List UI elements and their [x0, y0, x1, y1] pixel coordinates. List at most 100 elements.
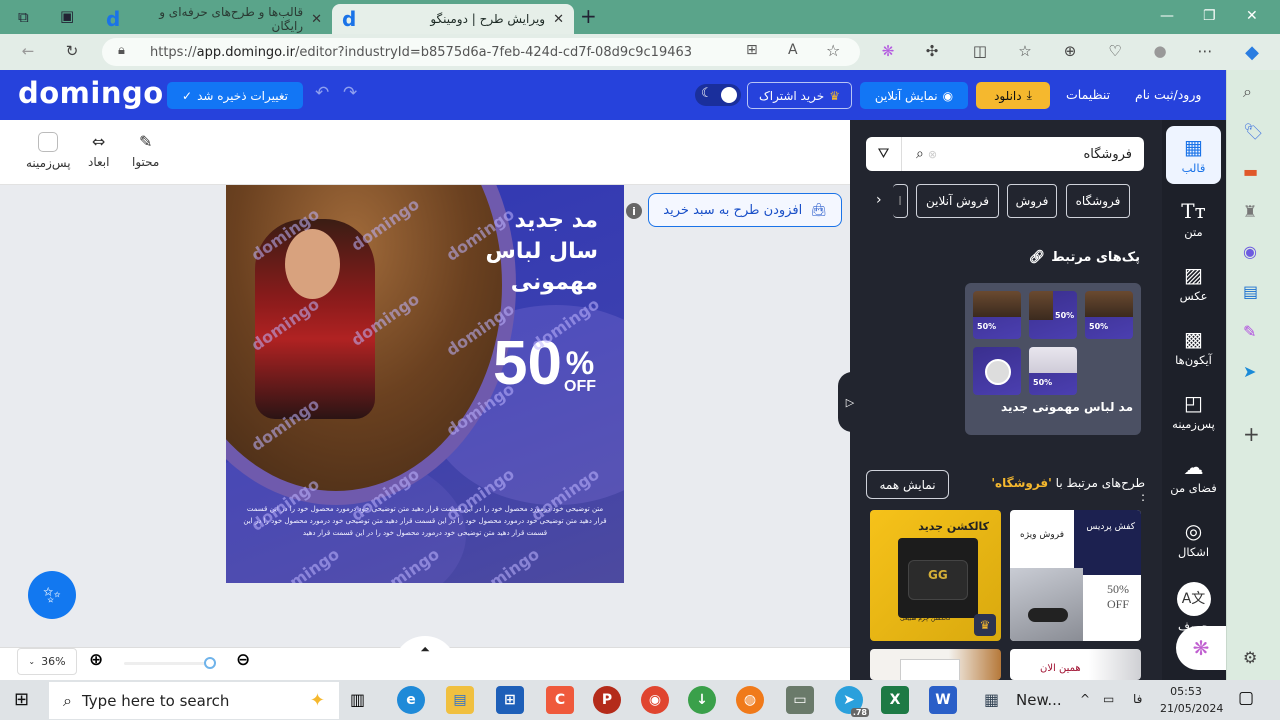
template-search-input[interactable]: فروشگاه ⊗ ⌕ ⛛	[866, 137, 1144, 171]
taskbar-ccleaner-icon[interactable]: C	[546, 686, 574, 714]
pack-name[interactable]: مد لباس مهمونی جدید	[975, 400, 1133, 414]
nav-icons[interactable]: ▩ آیکون‌ها	[1166, 318, 1221, 376]
nav-shapes[interactable]: ◎ اشکال	[1166, 510, 1221, 568]
saved-status-button[interactable]: تغییرات ذخیره شد ✓	[167, 82, 303, 109]
games-icon[interactable]: ♜	[1243, 202, 1257, 221]
ai-assistant-button[interactable]: ❋	[1176, 626, 1226, 670]
chips-scroll-right-icon[interactable]: ›	[876, 192, 882, 208]
language-indicator[interactable]: فا	[1133, 692, 1142, 706]
zoom-slider-knob[interactable]	[203, 657, 216, 669]
tab-templates[interactable]: ✕ قالب‌ها و طرح‌های حرفه‌ای و رایگان d	[96, 4, 332, 34]
brand-logo[interactable]: domingo	[18, 76, 164, 110]
refresh-icon[interactable]: ↻	[62, 42, 82, 60]
browser-essentials-icon[interactable]: ♡	[1105, 42, 1125, 60]
task-view-icon[interactable]: ▥	[350, 690, 365, 709]
subscribe-button[interactable]: ♛ خرید اشتراک	[747, 82, 852, 109]
collections-icon[interactable]: ⊕	[1060, 42, 1080, 60]
sidebar-settings-icon[interactable]: ⚙	[1243, 648, 1257, 667]
split-screen-icon[interactable]: ◫	[970, 42, 990, 60]
taskbar-search[interactable]: ⌕ Type here to search ✦	[49, 682, 339, 719]
favorite-star-icon[interactable]: ☆	[826, 41, 840, 60]
pack-thumb[interactable]: 50%	[1029, 347, 1077, 395]
filter-icon[interactable]: ⛛	[866, 137, 902, 171]
nav-templates[interactable]: ▦ قالب	[1166, 126, 1221, 184]
battery-icon[interactable]: ▭	[1103, 692, 1114, 706]
shopping-tag-icon[interactable]: 🏷︎	[1243, 122, 1263, 141]
designer-icon[interactable]: ✎	[1243, 322, 1256, 341]
taskbar-clock[interactable]: 05:53 21/05/2024	[1160, 683, 1223, 717]
taskbar-idm-icon[interactable]: ↓	[688, 686, 716, 714]
copilot-icon[interactable]: ◆	[1242, 42, 1262, 63]
restore-icon[interactable]: ❐	[1203, 8, 1216, 24]
taskbar-word-icon[interactable]: W	[929, 686, 957, 714]
chip-sale[interactable]: فروش	[1007, 184, 1057, 218]
minimize-icon[interactable]: —	[1160, 8, 1174, 24]
redo-icon[interactable]: ↷	[343, 83, 357, 103]
content-tool[interactable]: ✎ محتوا	[132, 132, 159, 169]
chip-truncated[interactable]: ا	[893, 184, 908, 218]
favorites-list-icon[interactable]: ☆	[1015, 42, 1035, 60]
background-tool[interactable]: پس‌زمینه	[26, 132, 71, 170]
microsoft365-icon[interactable]: ◉	[1243, 242, 1257, 261]
profile-avatar-icon[interactable]: ●	[1150, 42, 1170, 60]
read-aloud-icon[interactable]: A	[788, 42, 798, 58]
workspaces-icon[interactable]: ⧉	[18, 8, 29, 26]
dimensions-tool[interactable]: ⇔ ابعاد	[88, 132, 109, 169]
outlook-icon[interactable]: ▤	[1243, 282, 1258, 301]
taskbar-excel-icon[interactable]: X	[881, 686, 909, 714]
nav-my-space[interactable]: ☁ فضای من	[1166, 446, 1221, 504]
nav-photos[interactable]: ▨ عکس	[1166, 254, 1221, 312]
back-icon[interactable]: ←	[18, 42, 38, 60]
pack-thumb[interactable]: 50%	[1085, 291, 1133, 339]
template-card[interactable]	[870, 649, 1001, 680]
search-icon[interactable]: ⌕	[916, 146, 924, 162]
pack-thumb[interactable]: 50%	[973, 291, 1021, 339]
info-icon[interactable]: i	[626, 203, 642, 219]
app-available-icon[interactable]: ⊞	[746, 42, 758, 58]
nav-text[interactable]: Tт متن	[1166, 190, 1221, 248]
zoom-out-icon[interactable]: ⊖	[236, 650, 250, 670]
search-icon[interactable]: ⌕	[1243, 82, 1252, 102]
template-card[interactable]: کالکشن جدید GG کالکشن چرم طبیعی ♛	[870, 510, 1001, 641]
url-bar[interactable]: 🔒︎ https://app.domingo.ir/editor?industr…	[102, 38, 860, 66]
close-window-icon[interactable]: ✕	[1246, 8, 1258, 24]
online-preview-button[interactable]: ◉ نمایش آنلاین	[860, 82, 968, 109]
pack-thumb[interactable]: 50%	[1029, 291, 1077, 339]
nav-backgrounds[interactable]: ◰ پس‌زمینه	[1166, 382, 1221, 440]
tray-chevron-up-icon[interactable]: ^	[1080, 692, 1090, 706]
taskbar-firefox-icon[interactable]: ◍	[736, 686, 764, 714]
tab-editor[interactable]: ✕ ویرایش طرح | دومینگو d	[332, 4, 574, 34]
lock-icon[interactable]: 🔒︎	[118, 43, 125, 58]
taskbar-psiphon-icon[interactable]: P	[593, 686, 621, 714]
news-widget-label[interactable]: New...	[1016, 691, 1062, 709]
taskbar-chrome-icon[interactable]: ◉	[641, 686, 669, 714]
add-to-cart-button[interactable]: 👜︎ افزودن طرح به سبد خرید	[648, 193, 842, 227]
tab-actions-icon[interactable]: ▣	[60, 7, 74, 25]
extensions-icon[interactable]: ✣	[922, 42, 942, 60]
windows-start-icon[interactable]: ⊞	[14, 689, 29, 710]
taskbar-edge-icon[interactable]: e	[397, 686, 425, 714]
tools-icon[interactable]: ▬	[1243, 162, 1258, 181]
login-link[interactable]: ورود/ثبت نام	[1135, 87, 1201, 102]
close-tab-icon[interactable]: ✕	[553, 12, 564, 27]
zoom-in-icon[interactable]: ⊕	[89, 650, 103, 670]
design-artboard[interactable]: مد جدید سال لباس مهمونی 50 % OFF متن توض…	[226, 185, 624, 583]
notifications-icon[interactable]: ▢	[1238, 688, 1254, 708]
show-all-button[interactable]: نمایش همه	[866, 470, 949, 499]
template-card[interactable]: کفش پردیس فروش ویژه 50% OFF	[1010, 510, 1141, 641]
collapse-panel-button[interactable]: ▷	[838, 372, 862, 432]
taskbar-app-icon[interactable]: ▭	[786, 686, 814, 714]
chip-online-sale[interactable]: فروش آنلاین	[916, 184, 999, 218]
zoom-level-select[interactable]: ⌄ 36%	[17, 648, 77, 675]
telegram-icon[interactable]: ➤	[1243, 362, 1256, 381]
close-tab-icon[interactable]: ✕	[311, 12, 322, 27]
settings-link[interactable]: تنظیمات	[1066, 87, 1110, 102]
copilot-brain-icon[interactable]: ❋	[878, 42, 898, 60]
more-menu-icon[interactable]: ⋯	[1195, 42, 1215, 60]
clear-search-icon[interactable]: ⊗	[928, 148, 937, 161]
template-card[interactable]: همین الان	[1010, 649, 1141, 680]
download-button[interactable]: ⤓ دانلود	[976, 82, 1050, 109]
taskbar-store-icon[interactable]: ⊞	[496, 686, 524, 714]
add-sidebar-app-icon[interactable]: +	[1243, 422, 1260, 446]
zoom-slider[interactable]	[124, 662, 214, 665]
